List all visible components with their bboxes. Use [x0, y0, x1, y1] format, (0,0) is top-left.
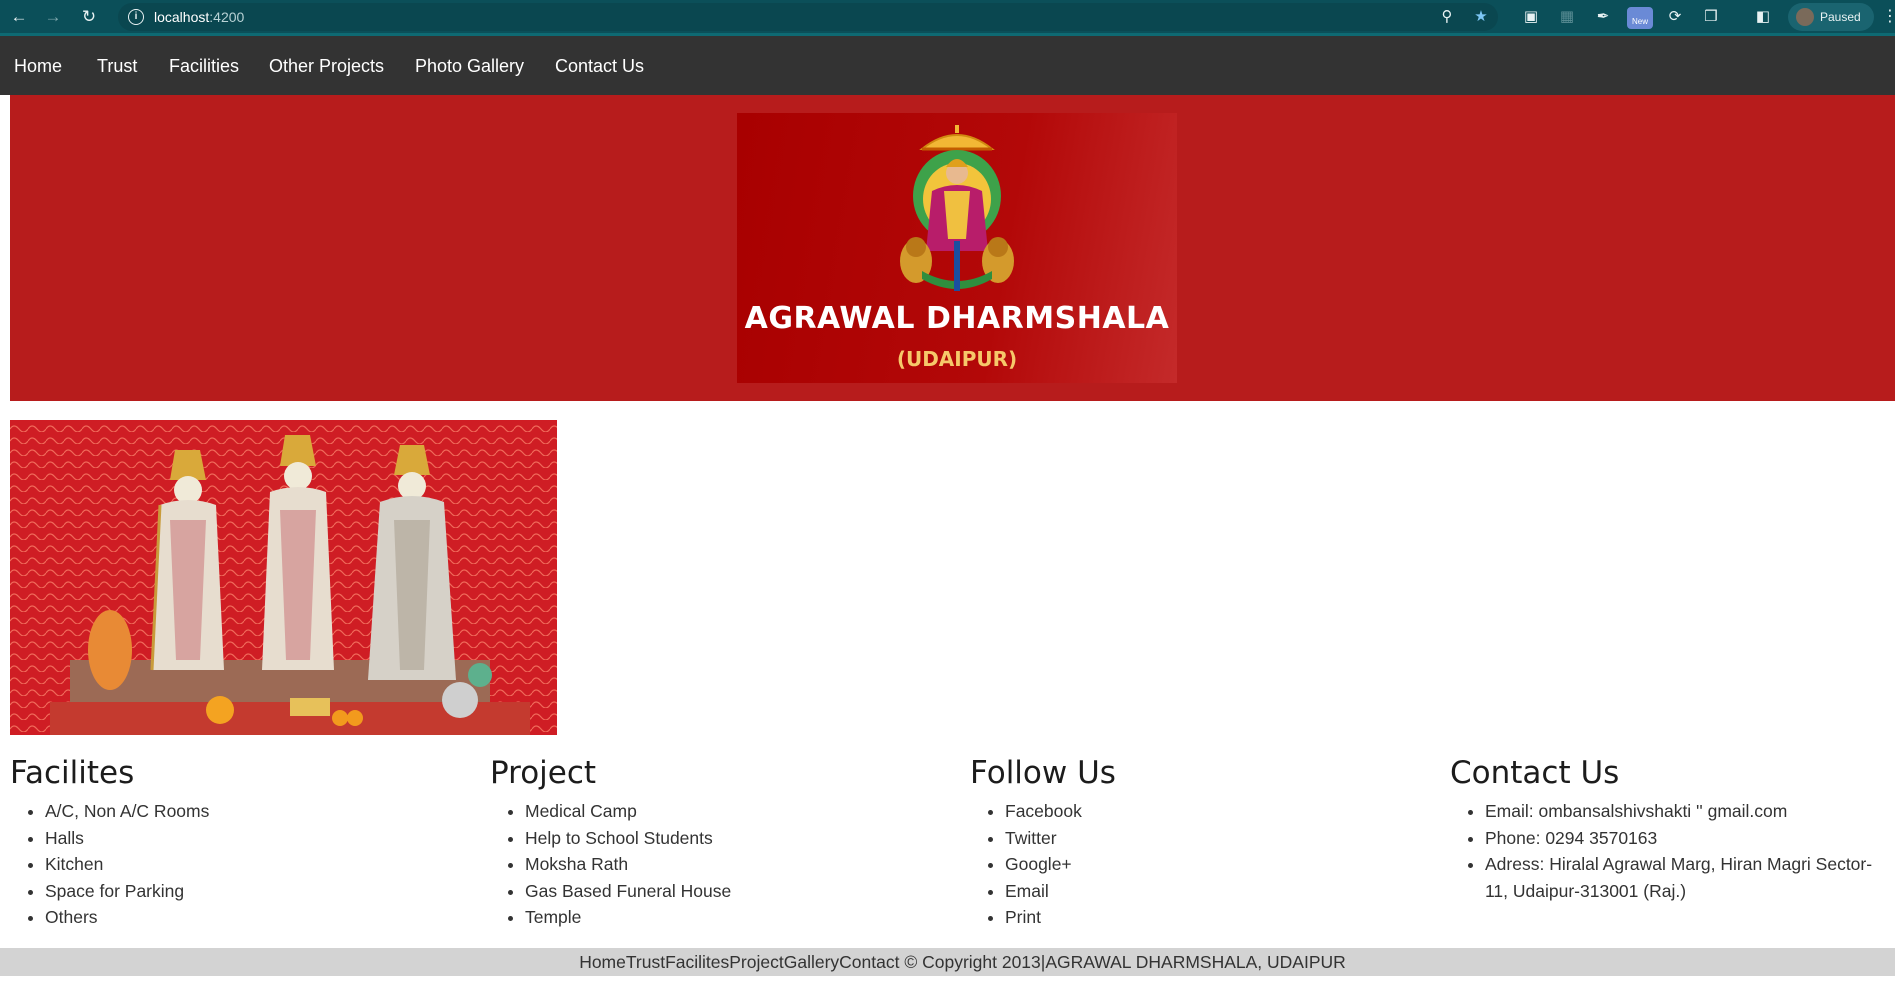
site-info-icon[interactable]: i [128, 9, 144, 25]
nav-home[interactable]: Home [14, 56, 62, 77]
project-heading: Project [490, 755, 597, 791]
footer-follow-us: Follow Us Facebook Twitter Google+ Email… [970, 754, 1440, 931]
reload-icon[interactable]: ↻ [78, 6, 100, 28]
forward-arrow-icon[interactable]: → [42, 6, 64, 28]
nav-other-projects[interactable]: Other Projects [269, 56, 384, 77]
list-item: Medical Camp [525, 798, 960, 825]
list-item: Adress: Hiralal Agrawal Marg, Hiran Magr… [1485, 851, 1895, 904]
list-item: Halls [45, 825, 480, 852]
temple-deity-photo [10, 420, 557, 735]
nav-photo-gallery[interactable]: Photo Gallery [415, 56, 524, 77]
address-bar[interactable]: i localhost:4200 [118, 3, 1498, 31]
puzzle-extensions-icon[interactable]: ❒ [1700, 6, 1722, 28]
list-item: A/C, Non A/C Rooms [45, 798, 480, 825]
footer-facilities: Facilites A/C, Non A/C Rooms Halls Kitch… [10, 754, 480, 931]
back-arrow-icon[interactable]: ← [8, 6, 30, 28]
list-item: Gas Based Funeral House [525, 878, 960, 905]
site-navbar: Home Trust Facilities Other Projects Pho… [0, 36, 1895, 95]
nav-facilities[interactable]: Facilities [169, 56, 239, 77]
list-item: Kitchen [45, 851, 480, 878]
extension-icon[interactable]: ⟳ [1664, 6, 1686, 28]
header-banner: AGRAWAL DHARMSHALA (UDAIPUR) [10, 95, 1895, 401]
profile-button[interactable]: Paused [1788, 3, 1874, 31]
footer-contact-us: Contact Us Email: ombansalshivshakti '' … [1450, 754, 1895, 904]
avatar [1796, 8, 1814, 26]
list-item: Help to School Students [525, 825, 960, 852]
list-item: Email: ombansalshivshakti '' gmail.com [1485, 798, 1895, 825]
list-item: Phone: 0294 3570163 [1485, 825, 1895, 852]
menu-kebab-icon[interactable]: ⋮ [1882, 6, 1895, 26]
zoom-icon[interactable]: ⚲ [1436, 6, 1458, 28]
contact-heading: Contact Us [1450, 755, 1620, 791]
list-item: Space for Parking [45, 878, 480, 905]
logo-subtitle: (UDAIPUR) [896, 347, 1018, 371]
eyedropper-icon[interactable]: ✒ [1592, 6, 1614, 28]
maharaja-agrasen-illustration [900, 125, 1014, 291]
list-item: Print [1005, 904, 1440, 931]
list-item: Others [45, 904, 480, 931]
list-item: Moksha Rath [525, 851, 960, 878]
list-item: Email [1005, 878, 1440, 905]
copyright-bar: HomeTrustFacilitesProjectGalleryContact … [0, 948, 1895, 976]
list-item: Google+ [1005, 851, 1440, 878]
extension-grid-icon[interactable]: ▦ [1556, 6, 1578, 28]
camera-icon[interactable]: ▣ [1520, 6, 1542, 28]
logo-title: AGRAWAL DHARMSHALA [744, 301, 1170, 336]
new-extension-badge[interactable]: New [1627, 7, 1653, 29]
list-item: Facebook [1005, 798, 1440, 825]
nav-trust[interactable]: Trust [97, 56, 137, 77]
bookmark-star-icon[interactable]: ★ [1470, 6, 1492, 28]
site-logo: AGRAWAL DHARMSHALA (UDAIPUR) [737, 113, 1177, 383]
facilities-heading: Facilites [10, 755, 135, 791]
side-panel-icon[interactable]: ◧ [1752, 6, 1774, 28]
follow-heading: Follow Us [970, 755, 1116, 791]
nav-contact-us[interactable]: Contact Us [555, 56, 644, 77]
profile-status: Paused [1820, 10, 1861, 24]
browser-toolbar: ← → ↻ i localhost:4200 ⚲ ★ ▣ ▦ ✒ New ⟳ ❒… [0, 0, 1895, 36]
url-text: localhost:4200 [154, 9, 245, 25]
list-item: Temple [525, 904, 960, 931]
list-item: Twitter [1005, 825, 1440, 852]
footer-project: Project Medical Camp Help to School Stud… [490, 754, 960, 931]
